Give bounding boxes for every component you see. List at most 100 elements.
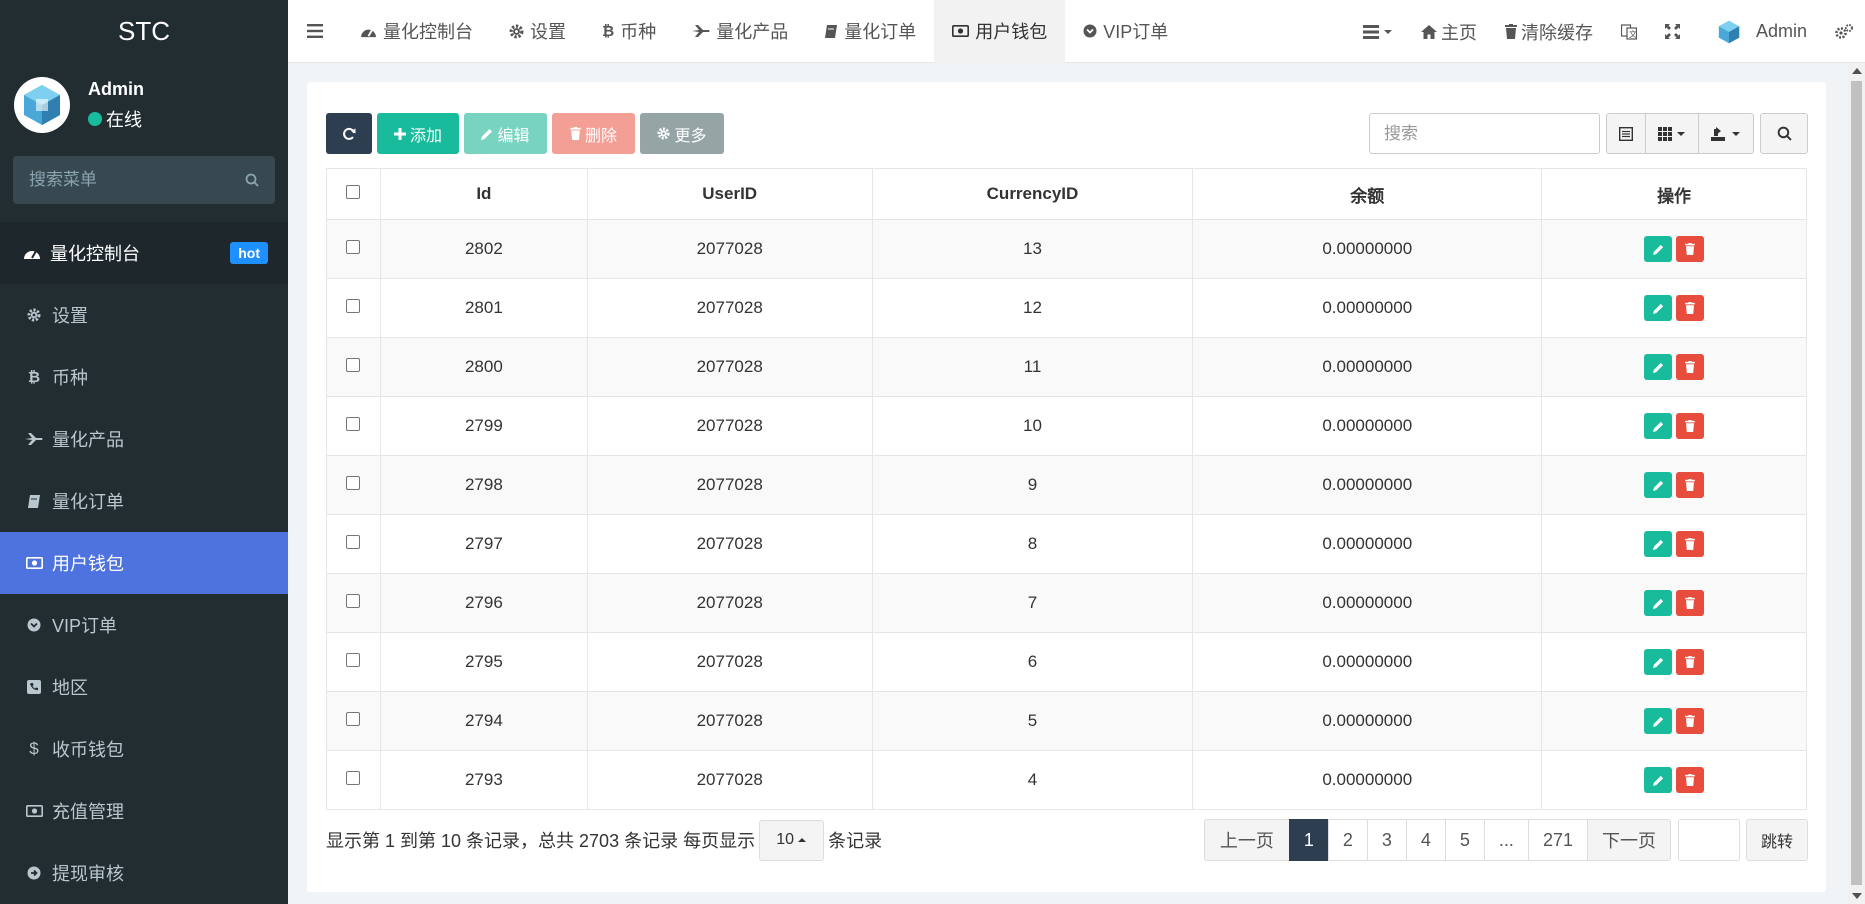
jump-button[interactable]: 跳转	[1745, 819, 1808, 861]
column-header-balance[interactable]: 余额	[1192, 168, 1543, 220]
sidebar-item-quant-products[interactable]: 量化产品	[0, 408, 288, 470]
table-row[interactable]: 2798 2077028 9 0.00000000	[326, 455, 1807, 515]
clear-cache-button[interactable]: 清除缓存	[1491, 0, 1607, 63]
row-edit-button[interactable]	[1644, 649, 1673, 675]
tab-quant-products[interactable]: 量化产品	[674, 0, 806, 63]
delete-button[interactable]: 删除	[552, 113, 635, 154]
fullscreen-button[interactable]	[1651, 0, 1694, 63]
tab-currency[interactable]: ₿ 币种	[584, 0, 674, 63]
select-all-checkbox[interactable]	[346, 185, 361, 199]
row-checkbox[interactable]	[346, 299, 361, 313]
table-row[interactable]: 2802 2077028 13 0.00000000	[326, 219, 1807, 279]
row-delete-button[interactable]	[1676, 531, 1705, 557]
scroll-up-icon[interactable]	[1852, 68, 1862, 74]
page-3-button[interactable]: 3	[1366, 819, 1407, 861]
sidebar-item-dashboard[interactable]: 量化控制台 hot	[0, 222, 288, 284]
page-5-button[interactable]: 5	[1444, 819, 1485, 861]
home-link[interactable]: 主页	[1407, 0, 1491, 63]
row-checkbox[interactable]	[346, 240, 361, 254]
row-checkbox[interactable]	[346, 653, 361, 667]
language-button[interactable]: 文	[1607, 0, 1651, 63]
scroll-down-icon[interactable]	[1852, 893, 1862, 899]
row-edit-button[interactable]	[1644, 708, 1673, 734]
column-header-currencyid[interactable]: CurrencyID	[871, 168, 1194, 220]
page-size-dropdown[interactable]: 10	[759, 819, 825, 861]
tab-settings[interactable]: 设置	[491, 0, 584, 63]
row-edit-button[interactable]	[1644, 472, 1673, 498]
table-row[interactable]: 2801 2077028 12 0.00000000	[326, 278, 1807, 338]
row-delete-button[interactable]	[1676, 708, 1705, 734]
sidebar-item-vip-orders[interactable]: VIP订单	[0, 594, 288, 656]
tab-user-wallet[interactable]: 用户钱包	[934, 0, 1066, 63]
more-button[interactable]: 更多	[640, 113, 724, 154]
row-delete-button[interactable]	[1676, 354, 1705, 380]
row-edit-button[interactable]	[1644, 295, 1673, 321]
column-header-userid[interactable]: UserID	[586, 168, 873, 220]
row-checkbox[interactable]	[346, 771, 361, 785]
advanced-search-button[interactable]	[1760, 113, 1808, 154]
row-edit-button[interactable]	[1644, 354, 1673, 380]
row-delete-button[interactable]	[1676, 472, 1705, 498]
add-button[interactable]: 添加	[377, 113, 459, 154]
search-icon[interactable]	[245, 173, 259, 187]
table-row[interactable]: 2795 2077028 6 0.00000000	[326, 632, 1807, 692]
page-2-button[interactable]: 2	[1327, 819, 1368, 861]
sidebar-item-withdraw-review[interactable]: 提现审核	[0, 842, 288, 904]
refresh-button[interactable]	[326, 113, 372, 154]
sidebar-item-recharge[interactable]: 充值管理	[0, 780, 288, 842]
sidebar-search-input[interactable]	[29, 170, 229, 190]
column-header-id[interactable]: Id	[379, 168, 588, 220]
row-checkbox[interactable]	[346, 358, 361, 372]
admin-menu[interactable]: Admin	[1694, 0, 1821, 63]
export-button[interactable]	[1699, 114, 1753, 153]
row-edit-button[interactable]	[1644, 236, 1673, 262]
page-4-button[interactable]: 4	[1405, 819, 1446, 861]
sidebar-item-quant-orders[interactable]: 量化订单	[0, 470, 288, 532]
table-row[interactable]: 2794 2077028 5 0.00000000	[326, 691, 1807, 751]
row-delete-button[interactable]	[1676, 236, 1705, 262]
tabs-menu-button[interactable]	[1349, 0, 1407, 63]
row-edit-button[interactable]	[1644, 531, 1673, 557]
sidebar-item-user-wallet[interactable]: 用户钱包	[0, 532, 288, 594]
sidebar-item-collect-wallet[interactable]: $ 收币钱包	[0, 718, 288, 780]
row-edit-button[interactable]	[1644, 413, 1673, 439]
page-scrollbar[interactable]	[1848, 63, 1865, 904]
control-sidebar-button[interactable]	[1821, 0, 1865, 63]
more-label: 更多	[674, 127, 707, 145]
next-page-button[interactable]: 下一页	[1586, 819, 1671, 861]
row-delete-button[interactable]	[1676, 295, 1705, 321]
row-delete-button[interactable]	[1676, 413, 1705, 439]
page-271-button[interactable]: 271	[1527, 819, 1588, 861]
sidebar-item-settings[interactable]: 设置	[0, 284, 288, 346]
table-search-input[interactable]	[1369, 113, 1600, 154]
brand-logo[interactable]: STC	[0, 0, 288, 62]
tab-dashboard[interactable]: 量化控制台	[342, 0, 491, 63]
row-delete-button[interactable]	[1676, 649, 1705, 675]
row-checkbox[interactable]	[346, 535, 361, 549]
row-delete-button[interactable]	[1676, 590, 1705, 616]
prev-page-button[interactable]: 上一页	[1203, 819, 1290, 861]
table-row[interactable]: 2800 2077028 11 0.00000000	[326, 337, 1807, 397]
jump-page-input[interactable]	[1677, 819, 1740, 861]
row-checkbox[interactable]	[346, 417, 361, 431]
row-checkbox[interactable]	[346, 594, 361, 608]
page-1-button[interactable]: 1	[1288, 819, 1329, 861]
toggle-card-view-button[interactable]	[1607, 114, 1646, 153]
sidebar-item-region[interactable]: 地区	[0, 656, 288, 718]
sidebar-toggle-button[interactable]	[288, 0, 342, 63]
scrollbar-thumb[interactable]	[1851, 81, 1862, 885]
tab-vip-orders[interactable]: VIP订单	[1065, 0, 1186, 63]
edit-button[interactable]: 编辑	[464, 113, 547, 154]
tab-quant-orders[interactable]: 量化订单	[806, 0, 934, 63]
table-row[interactable]: 2799 2077028 10 0.00000000	[326, 396, 1807, 456]
row-delete-button[interactable]	[1676, 767, 1705, 793]
table-row[interactable]: 2796 2077028 7 0.00000000	[326, 573, 1807, 633]
row-checkbox[interactable]	[346, 712, 361, 726]
row-checkbox[interactable]	[346, 476, 361, 490]
table-row[interactable]: 2793 2077028 4 0.00000000	[326, 750, 1807, 810]
row-edit-button[interactable]	[1644, 590, 1673, 616]
columns-button[interactable]	[1646, 114, 1699, 153]
row-edit-button[interactable]	[1644, 767, 1673, 793]
table-row[interactable]: 2797 2077028 8 0.00000000	[326, 514, 1807, 574]
sidebar-item-currency[interactable]: ₿ 币种	[0, 346, 288, 408]
